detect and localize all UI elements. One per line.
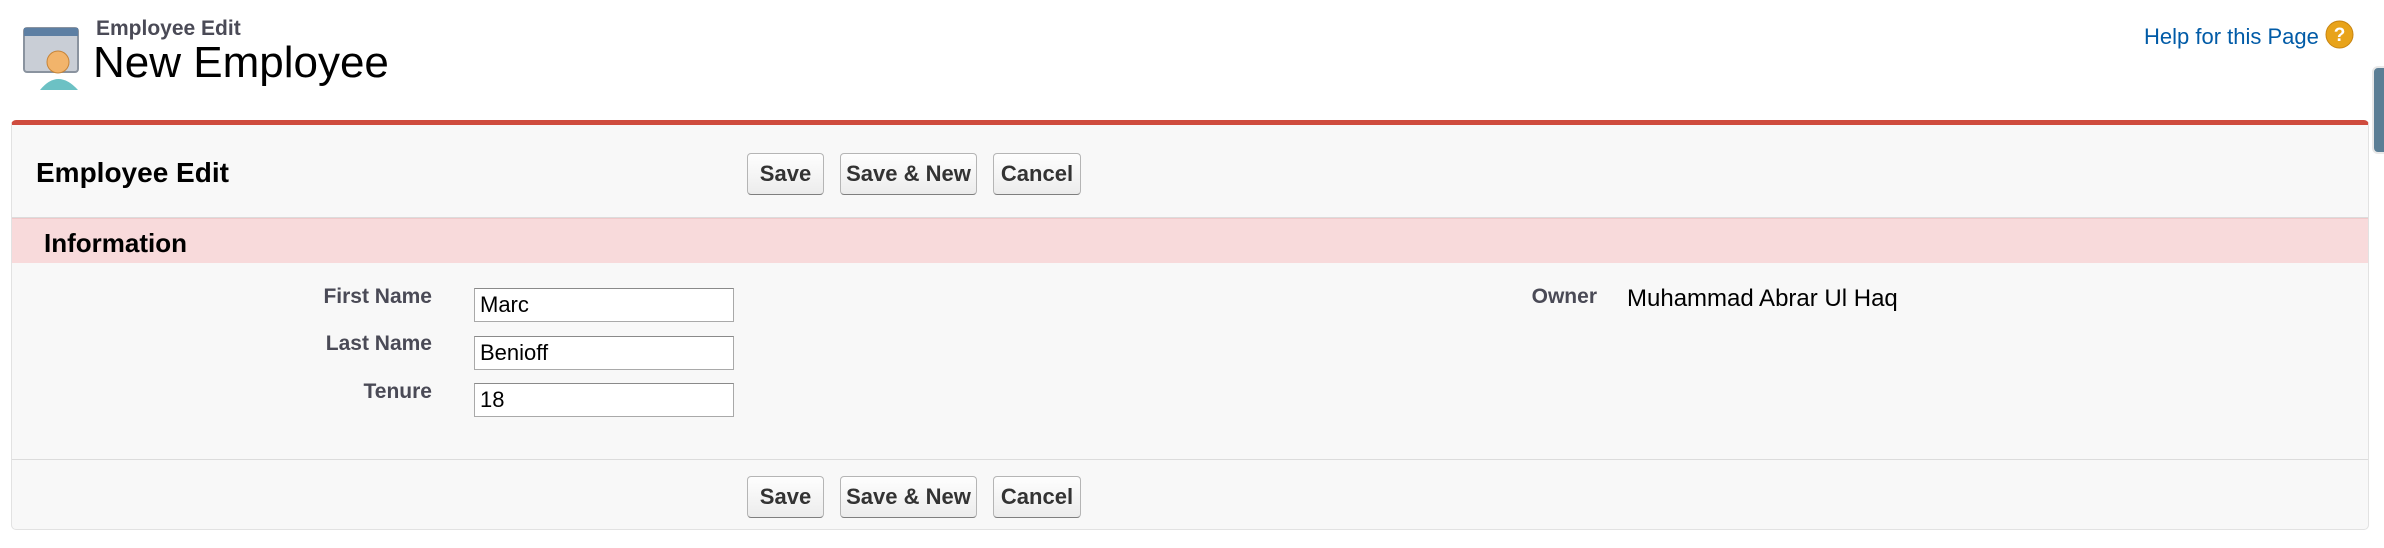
cancel-button-top[interactable]: Cancel <box>993 153 1081 195</box>
first-name-label: First Name <box>323 285 432 308</box>
save-new-button-bottom[interactable]: Save & New <box>840 476 977 518</box>
section-title: Information <box>44 228 187 258</box>
first-name-input[interactable] <box>474 288 734 322</box>
last-name-label: Last Name <box>325 332 432 355</box>
owner-label: Owner <box>1531 285 1597 308</box>
help-icon-glyph: ? <box>2334 25 2346 46</box>
employee-card-icon <box>23 27 79 90</box>
tenure-input[interactable] <box>474 383 734 417</box>
last-name-input[interactable] <box>474 336 734 370</box>
save-new-button-top[interactable]: Save & New <box>840 153 977 195</box>
page-header: Employee Edit New Employee Help for this… <box>0 0 2384 154</box>
save-button-top[interactable]: Save <box>747 153 824 195</box>
help-link[interactable]: Help for this Page <box>2144 24 2319 50</box>
edit-block: Employee Edit Save Save & New Cancel Inf… <box>11 120 2369 530</box>
section-header-information: Information <box>12 218 2368 263</box>
sidebar-collapse-tab[interactable] <box>2372 66 2384 154</box>
edit-block-footer-divider <box>12 459 2368 460</box>
edit-block-header: Employee Edit Save Save & New Cancel <box>12 125 2368 218</box>
save-button-bottom[interactable]: Save <box>747 476 824 518</box>
edit-block-title: Employee Edit <box>36 157 229 188</box>
help-question-icon[interactable]: ? <box>2325 20 2354 49</box>
owner-value: Muhammad Abrar Ul Haq <box>1627 285 1898 312</box>
cancel-button-bottom[interactable]: Cancel <box>993 476 1081 518</box>
page-title: New Employee <box>93 38 389 87</box>
tenure-label: Tenure <box>363 380 432 403</box>
